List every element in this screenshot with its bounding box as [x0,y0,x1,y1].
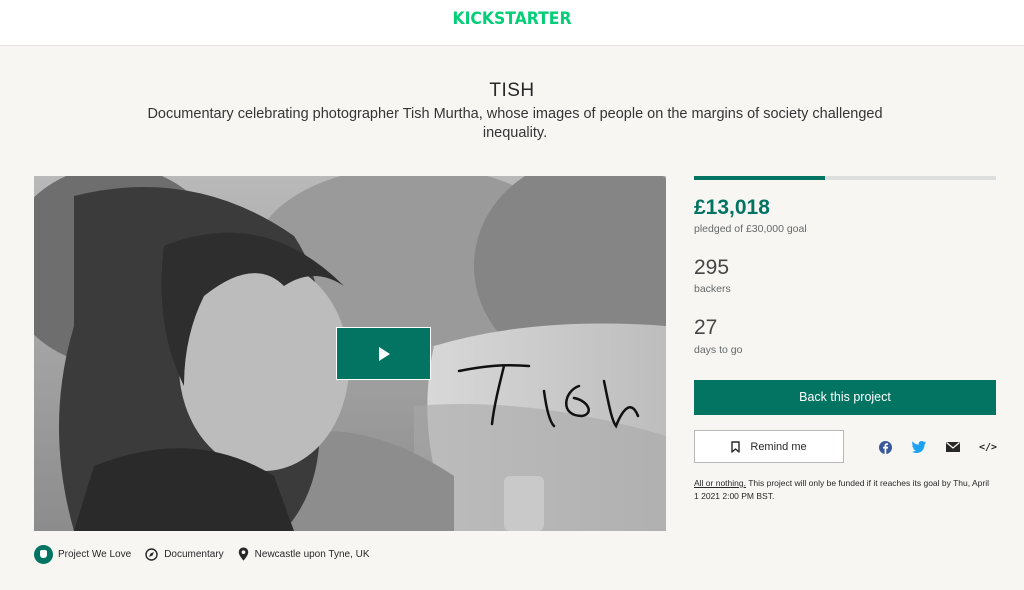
funding-progress-bar [694,176,996,180]
compass-icon [145,547,158,561]
location-pin-icon [238,547,248,561]
project-subtitle: Documentary celebrating photographer Tis… [147,106,883,141]
location-link[interactable]: Newcastle upon Tyne, UK [238,547,370,561]
twitter-share-button[interactable] [911,439,927,455]
pledged-amount: £13,018 [694,196,770,219]
pledged-goal-label: pledged of £30,000 goal [694,223,807,235]
email-icon [946,442,960,452]
embed-button[interactable]: </> [979,439,997,455]
days-to-go-label: days to go [694,344,743,356]
category-label: Documentary [164,548,224,560]
back-this-project-button[interactable]: Back this project [694,380,996,415]
bookmark-icon [731,440,741,453]
twitter-icon [912,441,926,453]
project-meta: Project We Love Documentary Newcastle up… [34,542,384,566]
badge-label: Project We Love [58,548,132,560]
location-label: Newcastle upon Tyne, UK [254,548,370,560]
project-title: TISH [489,80,535,101]
top-bar: KICKSTARTER [0,0,1024,46]
backers-label: backers [694,283,731,295]
project-we-love-badge[interactable]: Project We Love [34,544,132,564]
kickstarter-logo[interactable]: KICKSTARTER [41,9,983,29]
days-to-go-count: 27 [694,316,718,339]
play-button[interactable] [336,327,431,380]
remind-me-button[interactable]: Remind me [694,430,844,463]
play-icon [379,347,390,361]
category-link[interactable]: Documentary [145,547,224,561]
kickstarter-badge-icon [34,544,53,564]
embed-icon: </> [978,441,998,453]
funding-progress-fill [694,176,826,180]
all-or-nothing-link[interactable]: All or nothing. [694,478,746,488]
facebook-share-button[interactable] [877,439,893,455]
facebook-icon [878,440,892,454]
all-or-nothing-note: All or nothing. This project will only b… [694,477,994,503]
backers-count: 295 [694,256,730,279]
project-video[interactable] [34,176,666,531]
email-share-button[interactable] [945,439,961,455]
remind-me-label: Remind me [750,440,807,453]
